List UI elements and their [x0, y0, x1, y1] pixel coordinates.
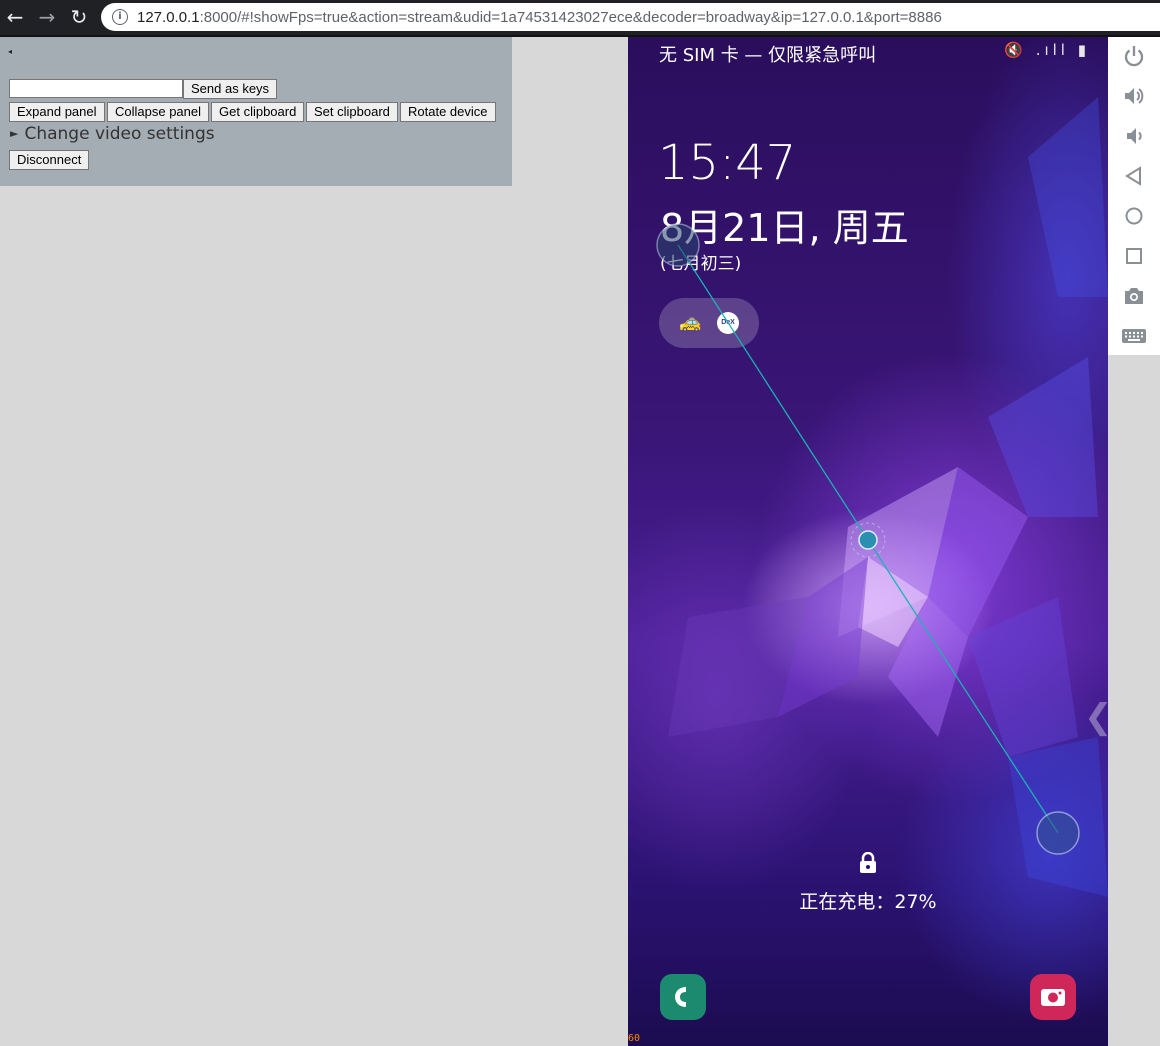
address-bar[interactable]: i 127.0.0.1:8000/#!showFps=true&action=s… — [101, 3, 1160, 31]
video-settings-label: Change video settings — [24, 124, 215, 144]
set-clipboard-button[interactable]: Set clipboard — [306, 102, 398, 122]
touch-point-end — [1036, 811, 1080, 855]
browser-toolbar: ← → ↻ i 127.0.0.1:8000/#!showFps=true&ac… — [0, 0, 1160, 37]
keyboard-icon[interactable] — [1120, 322, 1148, 350]
camera-screenshot-icon[interactable] — [1120, 282, 1148, 310]
disconnect-button[interactable]: Disconnect — [9, 150, 90, 170]
video-settings-summary[interactable]: ► Change video settings — [10, 124, 215, 144]
touch-point-start — [656, 223, 700, 267]
arrow-left-icon[interactable]: ← — [4, 6, 26, 28]
expand-panel-button[interactable]: Expand panel — [9, 102, 105, 122]
panel-toggle-icon[interactable]: ◂ — [8, 47, 12, 56]
device-screen[interactable]: 无 SIM 卡 — 仅限紧急呼叫 🔇 .ıll ▮ 15:47 8月21日, 周… — [628, 37, 1108, 1046]
back-triangle-icon[interactable] — [1120, 162, 1148, 190]
url-host: 127.0.0.1 — [137, 8, 200, 26]
rotate-device-button[interactable]: Rotate device — [400, 102, 496, 122]
send-as-keys-button[interactable]: Send as keys — [183, 79, 278, 99]
volume-down-icon[interactable] — [1120, 122, 1148, 150]
fps-counter: 60 — [628, 1033, 641, 1044]
collapse-panel-button[interactable]: Collapse panel — [107, 102, 210, 122]
disclosure-arrow-icon: ► — [10, 127, 19, 140]
reload-icon[interactable]: ↻ — [68, 6, 90, 28]
control-panel: ◂ Send as keys Expand panel Collapse pan… — [0, 37, 512, 186]
keys-input[interactable] — [9, 79, 183, 98]
info-icon[interactable]: i — [112, 9, 128, 25]
volume-up-icon[interactable] — [1120, 82, 1148, 110]
arrow-right-icon[interactable]: → — [36, 6, 58, 28]
power-icon[interactable] — [1120, 42, 1148, 70]
device-controls — [1108, 37, 1160, 355]
url-path: :8000/#!showFps=true&action=stream&udid=… — [199, 8, 942, 26]
home-circle-icon[interactable] — [1120, 202, 1148, 230]
touch-point-center — [858, 530, 878, 550]
overview-square-icon[interactable] — [1120, 242, 1148, 270]
touch-gesture-overlay — [656, 223, 1080, 855]
get-clipboard-button[interactable]: Get clipboard — [211, 102, 305, 122]
